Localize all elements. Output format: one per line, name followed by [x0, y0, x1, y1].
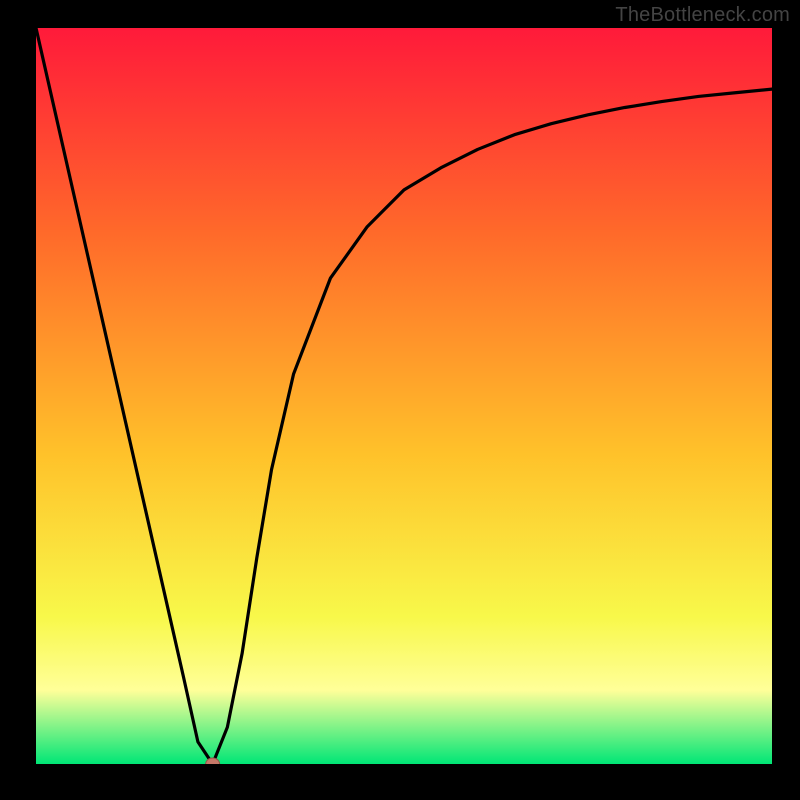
- chart-frame: TheBottleneck.com: [0, 0, 800, 800]
- watermark-text: TheBottleneck.com: [615, 4, 790, 27]
- gradient-background: [36, 28, 772, 764]
- plot-area: [36, 28, 772, 764]
- chart-svg: [36, 28, 772, 764]
